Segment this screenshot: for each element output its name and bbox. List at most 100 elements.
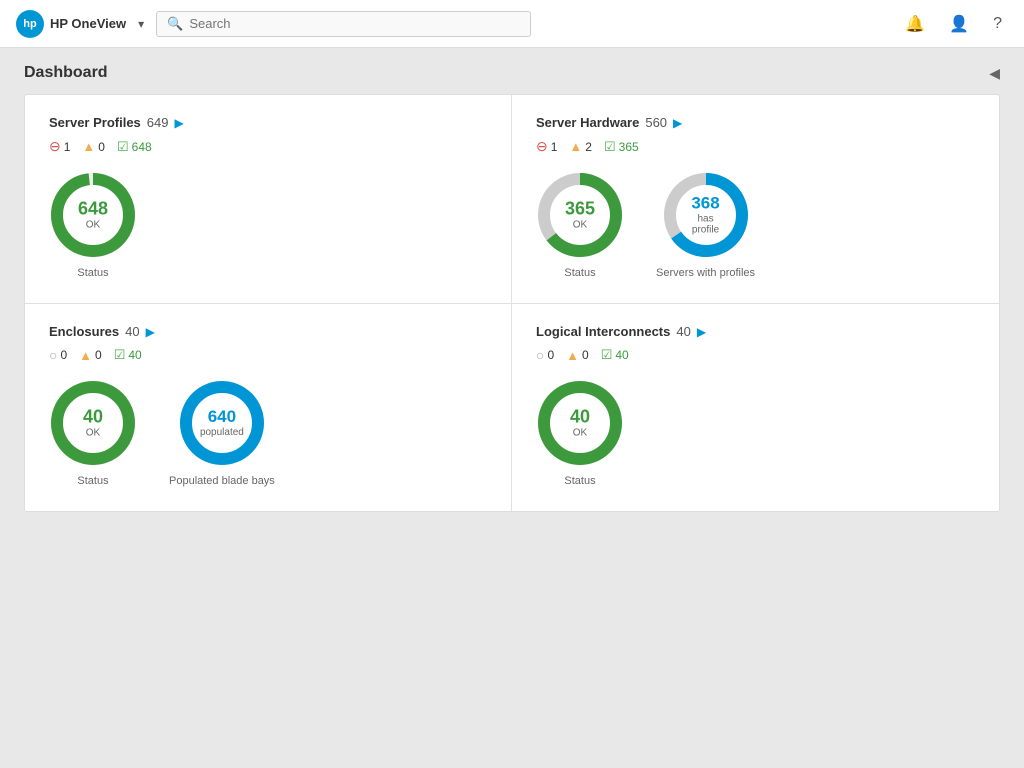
li-status-num: 40 bbox=[570, 408, 590, 428]
enc-status-donut: 40 OK bbox=[49, 379, 137, 467]
enc-status-center: 40 OK bbox=[83, 408, 103, 439]
server-profiles-status-row: ⊖ 1 ▲ 0 ☑ 648 bbox=[49, 138, 487, 155]
enc-bays-chart: 640 populated Populated blade bays bbox=[169, 379, 275, 487]
li-unknown-icon: ○ bbox=[536, 347, 544, 363]
user-menu-button[interactable]: 👤 bbox=[943, 10, 975, 38]
search-icon: 🔍 bbox=[167, 16, 183, 32]
sp-ok-count: 648 bbox=[132, 140, 152, 154]
enclosures-status-row: ○ 0 ▲ 0 ☑ 40 bbox=[49, 347, 487, 363]
panel-server-profiles: Server Profiles 649 ▶ ⊖ 1 ▲ 0 ☑ 648 bbox=[25, 95, 512, 304]
enc-unknown-icon: ○ bbox=[49, 347, 57, 363]
sp-warning-icon: ▲ bbox=[82, 139, 95, 154]
sh-profiles-chart: 368 has profile Servers with profiles bbox=[656, 171, 755, 279]
enc-ok-status: ☑ 40 bbox=[114, 347, 142, 363]
enc-status-chart: 40 OK Status bbox=[49, 379, 137, 487]
enc-status-num: 40 bbox=[83, 408, 103, 428]
brand-logo: hp HP OneView bbox=[16, 10, 126, 38]
help-button[interactable]: ? bbox=[987, 11, 1008, 37]
server-hardware-charts: 365 OK Status bbox=[536, 171, 975, 279]
panel-server-hardware-link[interactable]: ▶ bbox=[673, 116, 682, 130]
enc-bays-label: populated bbox=[200, 427, 244, 438]
enc-warning-status: ▲ 0 bbox=[79, 348, 102, 363]
li-status-center: 40 OK bbox=[570, 408, 590, 439]
li-unknown-status: ○ 0 bbox=[536, 347, 554, 363]
sh-ok-icon: ☑ bbox=[604, 139, 616, 155]
sp-warning-status: ▲ 0 bbox=[82, 139, 105, 154]
sp-ok-icon: ☑ bbox=[117, 139, 129, 155]
dashboard-title: Dashboard bbox=[24, 64, 108, 82]
enc-bays-donut: 640 populated bbox=[178, 379, 266, 467]
enc-bays-num: 640 bbox=[200, 408, 244, 427]
logical-interconnects-status-row: ○ 0 ▲ 0 ☑ 40 bbox=[536, 347, 975, 363]
panel-server-profiles-header: Server Profiles 649 ▶ bbox=[49, 115, 487, 130]
li-unknown-count: 0 bbox=[547, 348, 554, 362]
sp-error-status: ⊖ 1 bbox=[49, 138, 70, 155]
enc-bays-chart-label: Populated blade bays bbox=[169, 475, 275, 487]
server-profiles-charts: 648 OK Status bbox=[49, 171, 487, 279]
li-warning-count: 0 bbox=[582, 348, 589, 362]
sp-status-label: OK bbox=[78, 219, 108, 230]
notifications-button[interactable]: 🔔 bbox=[899, 10, 931, 38]
collapse-button[interactable]: ◀ bbox=[989, 65, 1000, 82]
hp-logo-icon: hp bbox=[16, 10, 44, 38]
li-warning-status: ▲ 0 bbox=[566, 348, 589, 363]
panel-server-hardware-count: 560 bbox=[645, 115, 667, 130]
li-status-chart: 40 OK Status bbox=[536, 379, 624, 487]
li-status-label: OK bbox=[570, 427, 590, 438]
sh-warning-icon: ▲ bbox=[569, 139, 582, 154]
enc-unknown-status: ○ 0 bbox=[49, 347, 67, 363]
navbar-icons: 🔔 👤 ? bbox=[899, 10, 1008, 38]
search-input[interactable] bbox=[189, 16, 519, 31]
enc-ok-icon: ☑ bbox=[114, 347, 126, 363]
panel-server-hardware-title: Server Hardware bbox=[536, 115, 639, 130]
sh-error-status: ⊖ 1 bbox=[536, 138, 557, 155]
navbar: hp HP OneView ▾ 🔍 🔔 👤 ? bbox=[0, 0, 1024, 48]
search-box: 🔍 bbox=[156, 11, 531, 37]
sp-ok-status: ☑ 648 bbox=[117, 139, 152, 155]
sp-warning-count: 0 bbox=[98, 140, 105, 154]
enc-warning-count: 0 bbox=[95, 348, 102, 362]
dashboard-container: Dashboard ◀ Server Profiles 649 ▶ ⊖ 1 ▲ bbox=[0, 48, 1024, 528]
sh-ok-status: ☑ 365 bbox=[604, 139, 639, 155]
panel-logical-interconnects-header: Logical Interconnects 40 ▶ bbox=[536, 324, 975, 339]
dashboard-card: Server Profiles 649 ▶ ⊖ 1 ▲ 0 ☑ 648 bbox=[24, 94, 1000, 512]
panels-grid: Server Profiles 649 ▶ ⊖ 1 ▲ 0 ☑ 648 bbox=[25, 95, 999, 511]
panel-server-profiles-link[interactable]: ▶ bbox=[174, 116, 183, 130]
sh-profiles-center: 368 has profile bbox=[684, 195, 728, 236]
sh-profiles-num: 368 bbox=[684, 195, 728, 214]
sh-status-center: 365 OK bbox=[565, 200, 595, 231]
enc-unknown-count: 0 bbox=[60, 348, 67, 362]
li-warning-icon: ▲ bbox=[566, 348, 579, 363]
sh-ok-count: 365 bbox=[619, 140, 639, 154]
logical-interconnects-charts: 40 OK Status bbox=[536, 379, 975, 487]
panel-server-profiles-count: 649 bbox=[147, 115, 169, 130]
sh-profiles-label: has profile bbox=[684, 213, 728, 235]
sh-status-chart-label: Status bbox=[564, 267, 595, 279]
enclosures-charts: 40 OK Status 6 bbox=[49, 379, 487, 487]
sh-error-icon: ⊖ bbox=[536, 138, 548, 155]
sh-status-num: 365 bbox=[565, 200, 595, 220]
panel-logical-interconnects-link[interactable]: ▶ bbox=[697, 325, 706, 339]
app-dropdown-button[interactable]: ▾ bbox=[134, 13, 148, 35]
sh-status-donut: 365 OK bbox=[536, 171, 624, 259]
li-ok-status: ☑ 40 bbox=[601, 347, 629, 363]
sh-status-label: OK bbox=[565, 219, 595, 230]
enc-ok-count: 40 bbox=[128, 348, 141, 362]
li-ok-count: 40 bbox=[615, 348, 628, 362]
sp-status-num: 648 bbox=[78, 200, 108, 220]
panel-enclosures-title: Enclosures bbox=[49, 324, 119, 339]
li-status-donut: 40 OK bbox=[536, 379, 624, 467]
sp-status-chart-label: Status bbox=[77, 267, 108, 279]
sh-warning-status: ▲ 2 bbox=[569, 139, 592, 154]
panel-logical-interconnects-count: 40 bbox=[676, 324, 690, 339]
sh-profiles-chart-label: Servers with profiles bbox=[656, 267, 755, 279]
server-hardware-status-row: ⊖ 1 ▲ 2 ☑ 365 bbox=[536, 138, 975, 155]
sh-warning-count: 2 bbox=[585, 140, 592, 154]
panel-enclosures-link[interactable]: ▶ bbox=[146, 325, 155, 339]
panel-logical-interconnects-title: Logical Interconnects bbox=[536, 324, 670, 339]
li-ok-icon: ☑ bbox=[601, 347, 613, 363]
enc-warning-icon: ▲ bbox=[79, 348, 92, 363]
panel-logical-interconnects: Logical Interconnects 40 ▶ ○ 0 ▲ 0 ☑ bbox=[512, 304, 999, 511]
enc-bays-center: 640 populated bbox=[200, 408, 244, 438]
li-status-chart-label: Status bbox=[564, 475, 595, 487]
